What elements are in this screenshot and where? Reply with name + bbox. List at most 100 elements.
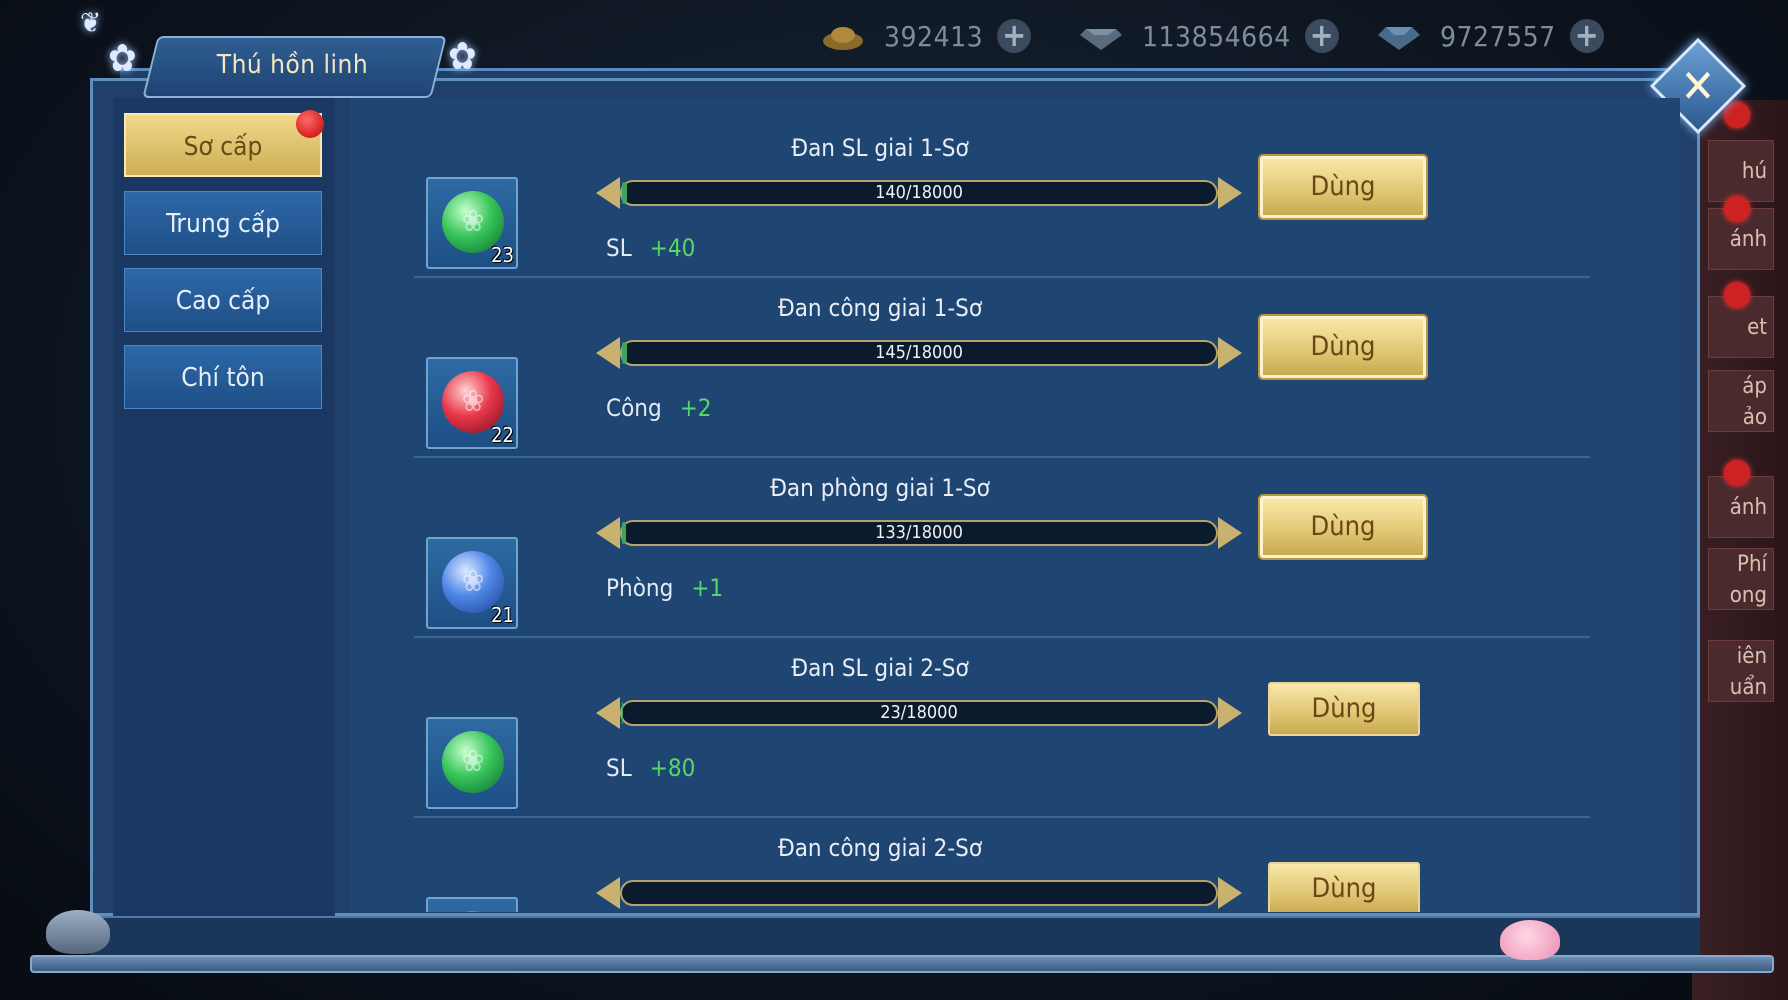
stat-label: SL bbox=[606, 754, 632, 782]
list-item: ❀ Đan SL giai 2-Sơ 23/18000 SL +80 Dùng bbox=[350, 638, 1680, 818]
resource-gold-value: 392413 bbox=[884, 19, 984, 53]
add-gold-button[interactable]: + bbox=[997, 19, 1032, 53]
side-menu-label: uẩn bbox=[1729, 675, 1767, 700]
butterfly-icon: ❦ bbox=[80, 6, 102, 39]
bar-left-cap-icon bbox=[596, 877, 620, 909]
stat-bonus: SL +80 bbox=[606, 754, 695, 782]
side-menu-label: ánh bbox=[1729, 227, 1767, 252]
progress-text bbox=[622, 882, 1216, 904]
progress-text: 145/18000 bbox=[875, 342, 963, 363]
flower-decoration-icon: ✿ bbox=[448, 34, 477, 78]
stat-label: SL bbox=[606, 234, 632, 262]
item-name: Đan công giai 2-Sơ bbox=[777, 834, 983, 862]
stat-value: +40 bbox=[649, 234, 696, 262]
window-title: Thú hồn linh bbox=[216, 50, 369, 80]
side-menu-label: ánh bbox=[1729, 495, 1767, 520]
side-menu-label: ong bbox=[1729, 583, 1767, 608]
notification-badge bbox=[296, 110, 324, 138]
progress-text: 133/18000 bbox=[875, 522, 963, 543]
side-menu-label: Phí bbox=[1737, 552, 1767, 577]
bar-left-cap-icon bbox=[596, 337, 620, 369]
bar-left-cap-icon bbox=[596, 517, 620, 549]
resource-gold: 392413 + bbox=[820, 12, 1032, 60]
use-button[interactable]: Dùng bbox=[1268, 862, 1420, 912]
item-slot[interactable]: ❀ 21 bbox=[426, 537, 518, 629]
list-item: ❀ 21 Đan phòng giai 1-Sơ 133/18000 Phòng… bbox=[350, 458, 1680, 638]
bar-right-cap-icon bbox=[1218, 697, 1242, 729]
resource-bar: 392413 + 113854664 + 9727557 + bbox=[820, 12, 1700, 60]
item-list[interactable]: ❀ 23 Đan SL giai 1-Sơ 140/18000 SL +40 Dù… bbox=[350, 98, 1680, 912]
use-button[interactable]: Dùng bbox=[1260, 316, 1426, 378]
side-menu-label: áp bbox=[1742, 374, 1767, 399]
bar-right-cap-icon bbox=[1218, 877, 1242, 909]
item-name: Đan công giai 1-Sơ bbox=[777, 294, 983, 322]
side-menu-label: ảo bbox=[1742, 405, 1767, 430]
stat-label: Công bbox=[606, 394, 662, 422]
item-slot[interactable]: ❀ bbox=[426, 717, 518, 809]
resource-diamond: 113854664 + bbox=[1078, 12, 1339, 60]
progress-bar: 140/18000 bbox=[596, 177, 1242, 209]
window-bottom-band bbox=[90, 916, 1700, 960]
side-menu-item[interactable]: hú bbox=[1708, 140, 1774, 202]
lotus-flower-icon bbox=[1500, 920, 1560, 960]
stat-bonus: Phòng +1 bbox=[606, 574, 723, 602]
list-item: ❀ 23 Đan SL giai 1-Sơ 140/18000 SL +40 Dù… bbox=[350, 98, 1680, 278]
add-diamond-button[interactable]: + bbox=[1304, 19, 1339, 53]
side-menu-label: hú bbox=[1741, 159, 1767, 184]
list-item: ❀ 22 Đan công giai 1-Sơ 145/18000 Công +2… bbox=[350, 278, 1680, 458]
progress-bar: 145/18000 bbox=[596, 337, 1242, 369]
notification-dot bbox=[1724, 282, 1750, 308]
bar-right-cap-icon bbox=[1218, 177, 1242, 209]
use-button[interactable]: Dùng bbox=[1268, 682, 1420, 736]
stat-label: Phòng bbox=[606, 574, 674, 602]
stat-bonus: Công +2 bbox=[606, 394, 712, 422]
progress-text: 140/18000 bbox=[875, 182, 963, 203]
tab-so-cap[interactable]: Sơ cấp bbox=[124, 113, 322, 177]
side-menu-item[interactable]: Phí ong bbox=[1708, 548, 1774, 610]
item-name: Đan SL giai 1-Sơ bbox=[791, 134, 969, 162]
stat-value: +1 bbox=[691, 574, 724, 602]
stat-value: +2 bbox=[679, 394, 712, 422]
item-slot[interactable] bbox=[426, 897, 518, 912]
resource-gem: 9727557 + bbox=[1376, 12, 1604, 60]
progress-bar bbox=[596, 877, 1242, 909]
progress-bar: 23/18000 bbox=[596, 697, 1242, 729]
side-menu-strip: hú ánh et áp ảo ánh Phí ong iên uẩn bbox=[1692, 100, 1788, 1000]
progress-bar: 133/18000 bbox=[596, 517, 1242, 549]
diamond-icon bbox=[1080, 29, 1122, 50]
bar-left-cap-icon bbox=[596, 177, 620, 209]
progress-text: 23/18000 bbox=[880, 702, 958, 723]
stat-bonus: SL +40 bbox=[606, 234, 695, 262]
stat-value: +80 bbox=[649, 754, 696, 782]
use-button[interactable]: Dùng bbox=[1260, 156, 1426, 218]
gold-ingot-icon bbox=[823, 27, 863, 50]
tab-cao-cap[interactable]: Cao cấp bbox=[124, 268, 322, 332]
red-pill-icon bbox=[442, 911, 504, 912]
use-button[interactable]: Dùng bbox=[1260, 496, 1426, 558]
rose-pattern-icon: ❀ bbox=[461, 744, 485, 779]
blue-gem-icon bbox=[1378, 27, 1420, 50]
flower-decoration-icon: ✿ bbox=[108, 36, 137, 80]
item-name: Đan SL giai 2-Sơ bbox=[791, 654, 969, 682]
side-menu-item[interactable]: iên uẩn bbox=[1708, 640, 1774, 702]
item-count: 22 bbox=[491, 423, 514, 447]
tab-trung-cap[interactable]: Trung cấp bbox=[124, 191, 322, 255]
item-slot[interactable]: ❀ 23 bbox=[426, 177, 518, 269]
bar-right-cap-icon bbox=[1218, 517, 1242, 549]
resource-diamond-value: 113854664 bbox=[1142, 19, 1291, 53]
item-count: 21 bbox=[491, 603, 514, 627]
list-item: Đan công giai 2-Sơ Dùng bbox=[350, 818, 1680, 912]
notification-dot bbox=[1724, 196, 1750, 222]
side-menu-label: et bbox=[1747, 315, 1767, 340]
side-menu-label: iên bbox=[1736, 644, 1767, 669]
item-count: 23 bbox=[491, 243, 514, 267]
resource-gem-value: 9727557 bbox=[1440, 19, 1556, 53]
bar-left-cap-icon bbox=[596, 697, 620, 729]
side-menu-item[interactable]: áp ảo bbox=[1708, 370, 1774, 432]
tab-chi-ton[interactable]: Chí tôn bbox=[124, 345, 322, 409]
add-gem-button[interactable]: + bbox=[1569, 19, 1604, 53]
item-name: Đan phòng giai 1-Sơ bbox=[770, 474, 990, 502]
bar-right-cap-icon bbox=[1218, 337, 1242, 369]
item-slot[interactable]: ❀ 22 bbox=[426, 357, 518, 449]
notification-dot bbox=[1724, 460, 1750, 486]
